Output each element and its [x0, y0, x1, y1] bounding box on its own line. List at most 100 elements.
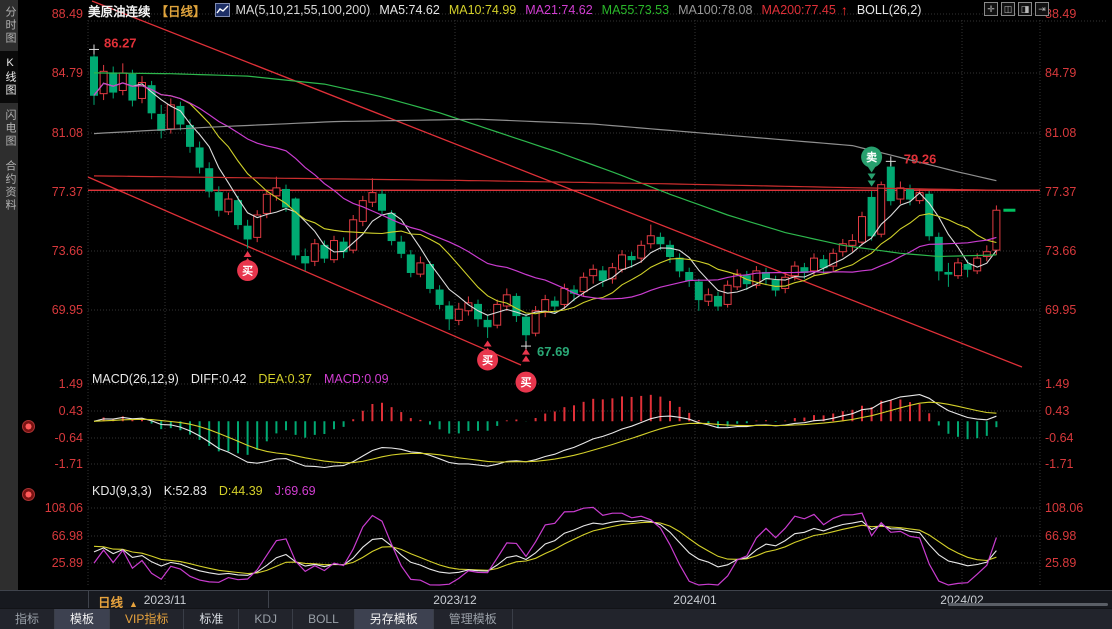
candle-body	[158, 114, 165, 130]
axis-label: 84.79	[52, 66, 83, 80]
axis-label: 69.95	[52, 303, 83, 317]
candle-body	[772, 280, 779, 290]
candle-body	[436, 290, 443, 304]
collapse-pane-icon[interactable]: ⇥	[1035, 2, 1049, 16]
tab-save-template[interactable]: 另存模板	[355, 609, 434, 629]
signal-arrow-icon	[484, 340, 492, 346]
candle-body	[724, 285, 731, 304]
candle-body	[859, 217, 866, 243]
axis-label: 1.49	[59, 377, 83, 391]
candle-body	[273, 188, 280, 196]
candle-body	[897, 188, 904, 199]
candle-body	[695, 282, 702, 300]
candle-body	[263, 194, 270, 213]
bottom-tab-bar: 指标 模板 VIP指标 标准 KDJ BOLL 另存模板 管理模板	[0, 608, 1112, 629]
axis-label: 77.37	[52, 185, 83, 199]
symbol-title: 美原油连续	[88, 1, 151, 20]
ma21-value: MA21:74.62	[525, 3, 592, 17]
candle-body	[561, 288, 568, 304]
ma55-value: MA55:73.53	[602, 3, 669, 17]
buy-signal-text: 买	[242, 265, 253, 278]
sidebar-item-contract-info[interactable]: 合约资料	[0, 154, 18, 218]
tab-templates[interactable]: 模板	[55, 609, 110, 629]
candle-body	[292, 199, 299, 255]
candle-body	[379, 194, 386, 210]
macd-macd-value: MACD:0.09	[324, 372, 389, 386]
mini-chart-icon[interactable]	[215, 3, 230, 17]
kdj-title: KDJ(9,3,3)	[92, 484, 152, 498]
axis-label: 66.98	[52, 529, 83, 543]
ma10-value: MA10:74.99	[449, 3, 516, 17]
ma200-value: MA200:77.45	[761, 3, 835, 17]
add-pane-icon[interactable]: ◫	[1001, 2, 1015, 16]
ma5-value: MA5:74.62	[379, 3, 439, 17]
sidebar-item-kline-chart[interactable]: K线图	[0, 51, 18, 103]
sidebar-item-time-chart[interactable]: 分时图	[0, 0, 18, 51]
tab-vip-indicators[interactable]: VIP指标	[110, 609, 184, 629]
crosshair-icon[interactable]: ✛	[984, 2, 998, 16]
candle-body	[523, 317, 530, 335]
horizontal-scrollbar[interactable]	[948, 603, 1108, 606]
candlestick-chart-canvas[interactable]: 88.4988.4984.7984.7981.0881.0877.3777.37…	[0, 0, 1112, 628]
candle-body	[206, 169, 213, 191]
ma100-value: MA100:78.08	[678, 3, 752, 17]
price-tag-label: 67.69	[537, 344, 570, 359]
candle-body	[667, 245, 674, 256]
axis-label: 108.06	[1045, 501, 1083, 515]
axis-label: 25.89	[1045, 556, 1076, 570]
kdj-line	[94, 522, 996, 573]
candle-body	[254, 215, 261, 237]
candle-body	[129, 75, 136, 101]
candle-body	[119, 73, 126, 91]
candle-body	[340, 242, 347, 252]
axis-label: 81.08	[1045, 126, 1076, 140]
signal-arrow-icon	[244, 251, 252, 257]
candle-body	[628, 257, 635, 260]
sidebar-item-flash-chart[interactable]: 闪电图	[0, 103, 18, 154]
candle-body	[619, 255, 626, 269]
kdj-panel-header: KDJ(9,3,3) K:52.83 D:44.39 J:69.69	[92, 484, 316, 498]
tab-indicators[interactable]: 指标	[0, 609, 55, 629]
candle-body	[916, 193, 923, 201]
candle-body	[705, 295, 712, 301]
candle-body	[359, 201, 366, 222]
tab-kdj[interactable]: KDJ	[239, 609, 293, 629]
macd-panel-header: MACD(26,12,9) DIFF:0.42 DEA:0.37 MACD:0.…	[92, 372, 389, 386]
candle-body	[657, 237, 664, 243]
candle-body	[993, 210, 1000, 250]
up-arrow-icon: ↑	[841, 2, 848, 18]
axis-label: 88.49	[52, 7, 83, 21]
axis-label: 69.95	[1045, 303, 1076, 317]
candle-body	[907, 189, 914, 199]
period-tag[interactable]: 【日线】	[156, 1, 206, 20]
signal-arrow-icon	[522, 349, 530, 355]
tab-standard[interactable]: 标准	[184, 609, 239, 629]
ma-line	[94, 83, 996, 299]
candle-body	[638, 245, 645, 258]
kdj-indicator-settings-icon[interactable]	[22, 488, 35, 501]
axis-label: 108.06	[45, 501, 83, 515]
candle-body	[887, 167, 894, 201]
date-label: 2024/01	[650, 593, 740, 607]
buy-signal-text: 买	[521, 376, 532, 389]
candle-body	[647, 236, 654, 244]
tab-boll[interactable]: BOLL	[293, 609, 355, 629]
signal-arrow-icon	[868, 181, 876, 187]
candle-body	[369, 193, 376, 203]
candle-body	[110, 73, 117, 92]
candle-body	[244, 226, 251, 239]
axis-label: -0.64	[55, 431, 84, 445]
macd-title: MACD(26,12,9)	[92, 372, 179, 386]
axis-label: 81.08	[52, 126, 83, 140]
macd-indicator-settings-icon[interactable]	[22, 420, 35, 433]
ma-settings-label: MA(5,10,21,55,100,200)	[236, 3, 371, 17]
tab-manage-templates[interactable]: 管理模板	[434, 609, 513, 629]
price-tag-label: 79.26	[904, 151, 937, 166]
axis-label: 77.37	[1045, 185, 1076, 199]
candle-body	[964, 264, 971, 269]
trading-app-window: 88.4988.4984.7984.7981.0881.0877.3777.37…	[0, 0, 1112, 628]
axis-label: -1.71	[1045, 457, 1074, 471]
candle-body	[484, 320, 491, 326]
pane-layout-icon[interactable]: ◨	[1018, 2, 1032, 16]
candle-body	[935, 237, 942, 271]
